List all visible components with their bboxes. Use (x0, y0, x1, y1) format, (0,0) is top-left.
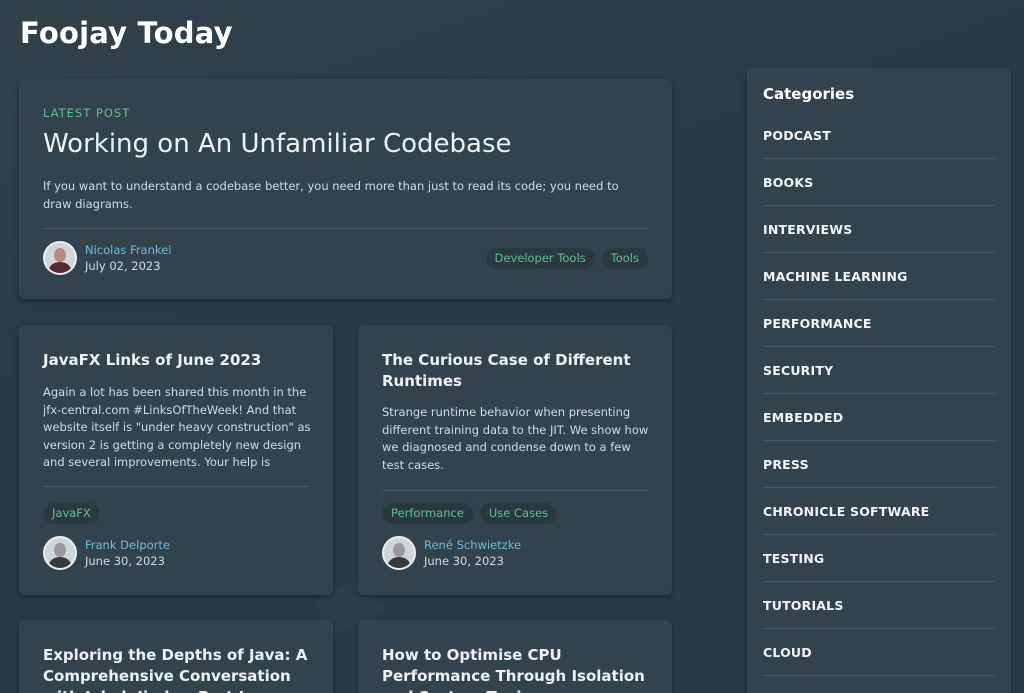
featured-post-author: Nicolas Frankel July 02, 2023 (43, 241, 171, 275)
featured-post-tags: Developer Tools Tools (485, 248, 648, 269)
post-description: Again a lot has been shared this month i… (43, 385, 311, 469)
post-description: Strange runtime behavior when presenting… (382, 405, 649, 472)
post-tags: Performance Use Cases (382, 503, 558, 524)
divider (43, 486, 309, 487)
category-tutorials[interactable]: TUTORIALS (763, 582, 995, 629)
featured-post-title[interactable]: Working on An Unfamiliar Codebase (43, 129, 512, 159)
post-title[interactable]: Exploring the Depths of Java: A Comprehe… (43, 645, 313, 693)
categories-sidebar: Categories PODCAST BOOKS INTERVIEWS MACH… (747, 68, 1011, 693)
tag-performance[interactable]: Performance (382, 503, 473, 524)
category-chronicle-software[interactable]: CHRONICLE SOFTWARE (763, 488, 995, 535)
category-testing[interactable]: TESTING (763, 535, 995, 582)
post-date: June 30, 2023 (85, 554, 165, 568)
post-card-javafx-links[interactable]: JavaFX Links of June 2023 Again a lot ha… (19, 325, 333, 595)
author-avatar[interactable] (382, 536, 416, 570)
divider (43, 228, 648, 229)
post-card-exploring-java[interactable]: Exploring the Depths of Java: A Comprehe… (19, 620, 333, 693)
post-tags: JavaFX (43, 503, 100, 524)
post-title[interactable]: JavaFX Links of June 2023 (43, 350, 313, 371)
category-list: PODCAST BOOKS INTERVIEWS MACHINE LEARNIN… (763, 112, 995, 676)
category-security[interactable]: SECURITY (763, 347, 995, 394)
author-name[interactable]: René Schwietzke (424, 537, 521, 553)
tag-use-cases[interactable]: Use Cases (479, 503, 558, 524)
tag-developer-tools[interactable]: Developer Tools (485, 248, 595, 269)
latest-post-label: LATEST POST (43, 106, 131, 120)
tag-javafx[interactable]: JavaFX (43, 503, 100, 524)
category-interviews[interactable]: INTERVIEWS (763, 206, 995, 253)
post-author: René Schwietzke June 30, 2023 (382, 536, 521, 570)
post-title[interactable]: How to Optimise CPU Performance Through … (382, 645, 652, 693)
category-podcast[interactable]: PODCAST (763, 112, 995, 159)
author-name[interactable]: Frank Delporte (85, 537, 170, 553)
category-press[interactable]: PRESS (763, 441, 995, 488)
categories-heading: Categories (763, 85, 855, 103)
featured-post-card[interactable]: LATEST POST Working on An Unfamiliar Cod… (19, 79, 672, 299)
post-card-cpu-performance[interactable]: How to Optimise CPU Performance Through … (358, 620, 672, 693)
post-author: Frank Delporte June 30, 2023 (43, 536, 170, 570)
post-date: June 30, 2023 (424, 554, 504, 568)
category-machine-learning[interactable]: MACHINE LEARNING (763, 253, 995, 300)
category-books[interactable]: BOOKS (763, 159, 995, 206)
tag-tools[interactable]: Tools (601, 248, 648, 269)
featured-post-description: If you want to understand a codebase bet… (43, 179, 619, 211)
author-avatar[interactable] (43, 536, 77, 570)
author-avatar[interactable] (43, 241, 77, 275)
divider (382, 490, 648, 491)
category-embedded[interactable]: EMBEDDED (763, 394, 995, 441)
category-performance[interactable]: PERFORMANCE (763, 300, 995, 347)
author-name[interactable]: Nicolas Frankel (85, 242, 171, 258)
post-card-curious-case[interactable]: The Curious Case of Different Runtimes S… (358, 325, 672, 595)
post-title[interactable]: The Curious Case of Different Runtimes (382, 350, 652, 392)
site-title[interactable]: Foojay Today (20, 16, 233, 50)
post-date: July 02, 2023 (85, 259, 161, 273)
category-cloud[interactable]: CLOUD (763, 629, 995, 676)
